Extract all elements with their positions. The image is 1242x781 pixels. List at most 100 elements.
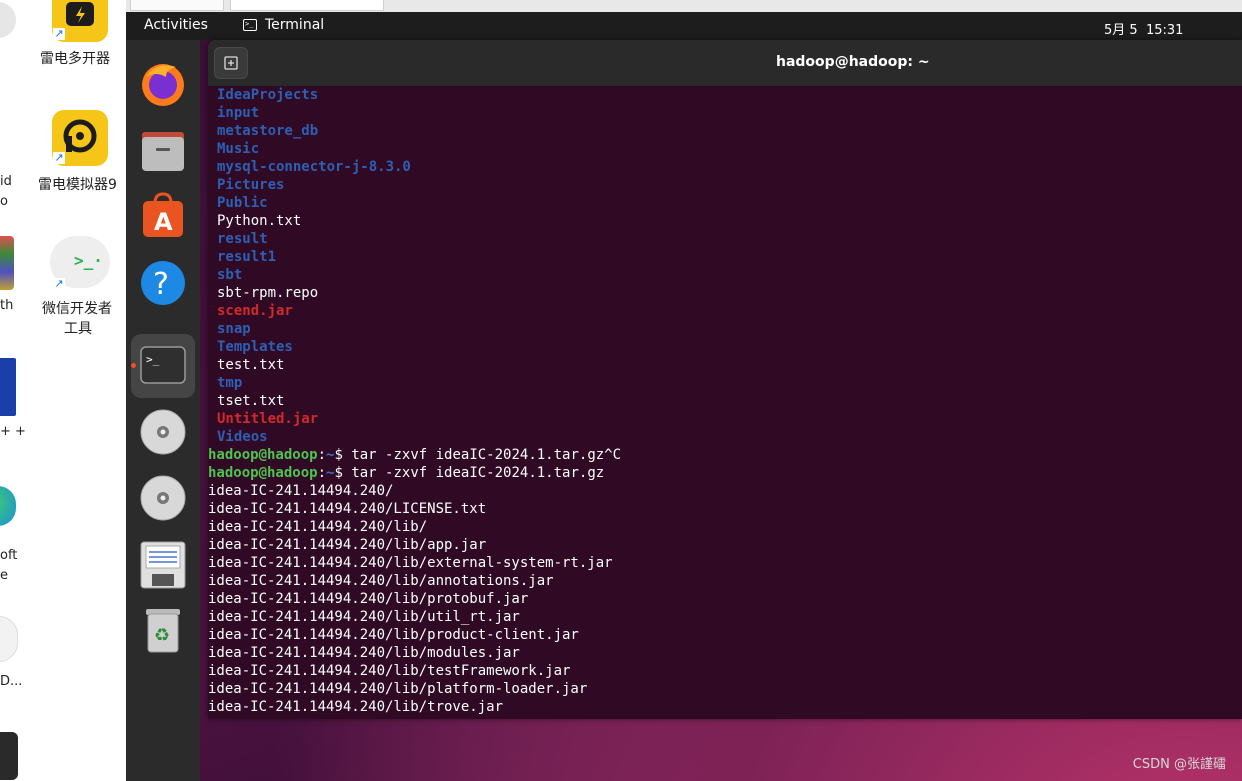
running-indicator xyxy=(131,363,136,368)
ls-entry: Videos xyxy=(217,428,268,446)
partial-app-icon[interactable] xyxy=(0,236,14,290)
partial-app-icon[interactable] xyxy=(0,2,16,38)
ls-entry-text: Public xyxy=(217,195,268,211)
wechat-devtools-label-line1: 微信开发者 xyxy=(42,301,112,317)
help-icon[interactable]: ? xyxy=(136,256,190,310)
partial-app-icon[interactable] xyxy=(0,732,18,780)
output-line: idea-IC-241.14494.240/lib/external-syste… xyxy=(208,555,613,571)
ls-entry: result1 xyxy=(217,248,276,266)
shortcut-arrow-icon: ↗ xyxy=(53,27,65,40)
vm-window: Activities >_ Terminal 5月 5 15:31 A ? >_ xyxy=(126,0,1242,781)
ls-entry-text: sbt-rpm.repo xyxy=(217,285,319,301)
output-line: idea-IC-241.14494.240/lib/testFramework.… xyxy=(208,663,571,679)
prompt-line: hadoop@hadoop:~$ tar -zxvf ideaIC-2024.1… xyxy=(208,464,604,482)
ls-entry: mysql-connector-j-8.3.0 xyxy=(217,158,411,176)
prompt-line: hadoop@hadoop:~$ tar -zxvf ideaIC-2024.1… xyxy=(208,446,621,464)
disc-drive-icon[interactable] xyxy=(136,471,190,525)
ls-entry-text: Python.txt xyxy=(217,213,302,229)
clock[interactable]: 5月 5 15:31 xyxy=(1104,19,1183,38)
partial-app-icon[interactable] xyxy=(0,358,16,416)
terminal-title: hadoop@hadoop: ~ xyxy=(776,54,930,70)
partial-app-icon[interactable] xyxy=(0,486,16,526)
shortcut-arrow-icon: ↗ xyxy=(53,151,65,164)
ls-entry-text: result1 xyxy=(217,249,277,265)
ls-entry: Untitled.jar xyxy=(217,410,318,428)
vm-tab-active[interactable] xyxy=(230,0,384,11)
command-text: tar -zxvf ideaIC-2024.1.tar.gz^C xyxy=(351,447,622,463)
activities-button[interactable]: Activities xyxy=(144,17,208,33)
prompt-sign: $ xyxy=(334,447,352,463)
prompt-colon: : xyxy=(317,465,327,481)
clipped-label: id xyxy=(0,174,12,189)
ls-entry-text: tset.txt xyxy=(217,393,285,409)
ls-entry-text: input xyxy=(217,105,260,121)
terminal-window[interactable]: hadoop@hadoop: ~ IdeaProjects input metast… xyxy=(208,40,1242,719)
ls-entry-text: Untitled.jar xyxy=(217,411,319,427)
ls-entry: scend.jar xyxy=(217,302,293,320)
ls-entry-text: Music xyxy=(217,141,260,157)
clipped-label: oft xyxy=(0,548,18,563)
svg-text:♻: ♻ xyxy=(154,625,170,646)
ls-entry-text: sbt xyxy=(217,267,243,283)
disc-drive-icon[interactable] xyxy=(136,405,190,459)
ls-entry: IdeaProjects xyxy=(217,86,318,104)
clipped-label: D... xyxy=(0,674,23,689)
ls-entry: Pictures xyxy=(217,176,284,194)
prompt-sign: $ xyxy=(334,465,352,481)
host-desktop: id o th + + oft e D... ↗ 雷电多开器 ↗ 雷电模拟器9 … xyxy=(0,0,126,781)
csdn-watermark: CSDN @张謹礌 xyxy=(1132,757,1226,772)
ls-entry: tset.txt xyxy=(217,392,284,410)
output-line: idea-IC-241.14494.240/lib/app.jar xyxy=(208,537,487,553)
clipped-label: + + xyxy=(0,424,26,439)
clipped-label: e xyxy=(0,568,8,583)
ls-entry: result xyxy=(217,230,268,248)
clipped-label: o xyxy=(0,194,8,209)
output-line: idea-IC-241.14494.240/lib/platform-loade… xyxy=(208,681,588,697)
leidian-emulator-label: 雷电模拟器9 xyxy=(38,177,117,193)
gnome-top-bar: Activities >_ Terminal 5月 5 15:31 xyxy=(126,12,1242,40)
svg-text:?: ? xyxy=(153,267,169,302)
ls-entry: metastore_db xyxy=(217,122,318,140)
ls-entry: input xyxy=(217,104,259,122)
output-line: idea-IC-241.14494.240/lib/product-client… xyxy=(208,627,579,643)
firefox-icon[interactable] xyxy=(136,57,190,111)
ls-entry: Templates xyxy=(217,338,293,356)
svg-text:>_·: >_· xyxy=(74,251,103,270)
ubuntu-dock: A ? >_ ♻ xyxy=(126,40,200,781)
ls-entry-text: scend.jar xyxy=(217,303,293,319)
terminal-app-icon: >_ xyxy=(243,19,257,31)
wechat-devtools-label-line2: 工具 xyxy=(64,321,92,337)
output-line: idea-IC-241.14494.240/lib/trove.jar xyxy=(208,699,504,715)
ls-entry: tmp xyxy=(217,374,242,392)
shortcut-arrow-icon: ↗ xyxy=(53,277,65,290)
ls-entry: test.txt xyxy=(217,356,284,374)
partial-app-icon[interactable] xyxy=(0,616,18,662)
prompt-user: hadoop@hadoop xyxy=(208,465,318,481)
vm-tab[interactable] xyxy=(130,0,224,11)
terminal-icon[interactable]: >_ xyxy=(131,334,195,398)
clipped-label: th xyxy=(0,298,14,313)
app-center-icon[interactable]: A xyxy=(136,189,190,243)
ls-entry-text: metastore_db xyxy=(217,123,319,139)
vm-tab-strip xyxy=(126,0,1242,12)
files-icon[interactable] xyxy=(136,124,190,178)
terminal-header-bar[interactable]: hadoop@hadoop: ~ xyxy=(208,40,1242,86)
leidian-multi-label: 雷电多开器 xyxy=(40,51,110,67)
output-line: idea-IC-241.14494.240/lib/util_rt.jar xyxy=(208,609,520,625)
trash-icon[interactable]: ♻ xyxy=(136,603,190,657)
command-text: tar -zxvf ideaIC-2024.1.tar.gz xyxy=(351,465,605,481)
ls-entry-text: Pictures xyxy=(217,177,285,193)
prompt-colon: : xyxy=(317,447,327,463)
app-menu-label[interactable]: Terminal xyxy=(265,17,324,33)
svg-text:A: A xyxy=(154,208,173,236)
output-line: idea-IC-241.14494.240/LICENSE.txt xyxy=(208,501,487,517)
ls-entry: sbt-rpm.repo xyxy=(217,284,318,302)
ls-entry-text: test.txt xyxy=(217,357,285,373)
ls-entry: Music xyxy=(217,140,259,158)
ls-entry-text: snap xyxy=(217,321,251,337)
floppy-save-icon[interactable] xyxy=(136,538,190,592)
ls-entry: Public xyxy=(217,194,268,212)
ls-entry: sbt xyxy=(217,266,242,284)
ls-entry-text: tmp xyxy=(217,375,243,391)
output-line: idea-IC-241.14494.240/lib/annotations.ja… xyxy=(208,573,554,589)
